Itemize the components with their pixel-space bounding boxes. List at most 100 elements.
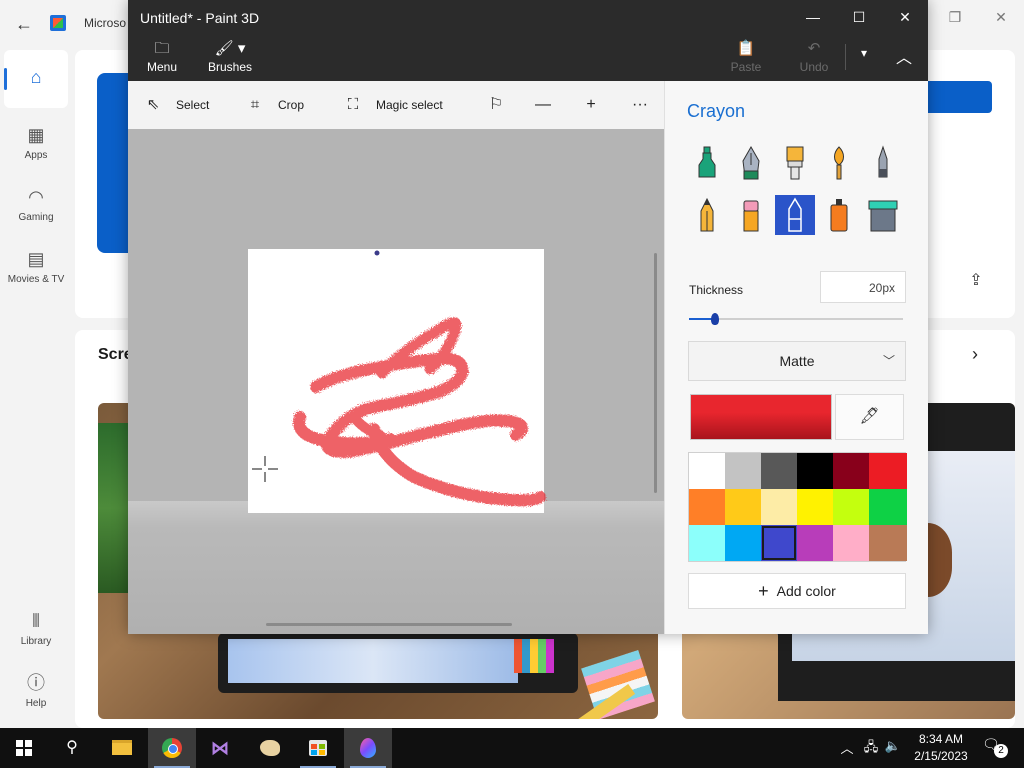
undo-label: Undo: [799, 60, 829, 74]
fill-bucket-icon[interactable]: [863, 195, 903, 235]
paint-titlebar: Untitled* - Paint 3D — ☐ ✕: [128, 0, 928, 34]
color-swatch[interactable]: [797, 489, 833, 525]
folder-icon: [112, 740, 132, 756]
taskbar-paint[interactable]: [246, 728, 294, 768]
oil-brush-icon[interactable]: [775, 143, 815, 183]
vertical-scrollbar[interactable]: [654, 253, 657, 493]
eyedropper-button[interactable]: 🖋: [835, 394, 904, 440]
select-button[interactable]: ⇖ Select: [144, 95, 210, 115]
maximize-button[interactable]: ☐: [836, 0, 882, 34]
store-restore-button[interactable]: ❐: [935, 6, 975, 28]
taskbar: ⚲ ⋈ ︿ 🖧 🔈 8:34 AM 2/15/2023 🗨 2: [0, 728, 1024, 768]
volume-icon[interactable]: 🔈: [884, 738, 902, 758]
hero-action-button[interactable]: [928, 81, 992, 113]
drawing-canvas[interactable]: [128, 129, 664, 634]
ribbon-divider: [845, 44, 846, 70]
thickness-input[interactable]: 20px: [820, 271, 906, 303]
add-color-button[interactable]: + Add color: [688, 573, 906, 609]
color-swatch[interactable]: [833, 453, 869, 489]
workspace[interactable]: [128, 129, 664, 634]
crop-button[interactable]: ⌗ Crop: [246, 95, 304, 115]
minimize-button[interactable]: —: [790, 0, 836, 34]
color-swatch[interactable]: [689, 489, 725, 525]
paste-label: Paste: [730, 60, 762, 74]
pencil-icon[interactable]: [687, 195, 727, 235]
thickness-slider-thumb[interactable]: [710, 313, 719, 325]
back-arrow-icon[interactable]: ←: [12, 12, 36, 36]
taskbar-file-explorer[interactable]: [98, 728, 146, 768]
collapse-ribbon-icon[interactable]: ︿: [890, 44, 918, 82]
eyedropper-icon: 🖋: [859, 408, 880, 425]
more-options-icon[interactable]: ···: [628, 93, 652, 117]
spray-can-icon[interactable]: [819, 195, 859, 235]
taskbar-visual-studio[interactable]: ⋈: [196, 728, 244, 768]
brushes-button[interactable]: 🖌 ▾ Brushes: [206, 38, 254, 76]
brush-settings-panel: Crayon Thickness 20px Matte ﹀ 🖋 + Add co…: [664, 81, 928, 634]
watercolor-icon[interactable]: [819, 143, 859, 183]
thickness-slider[interactable]: [689, 313, 903, 325]
magic-select-button[interactable]: ⛶ Magic select: [344, 95, 443, 115]
chevron-up-icon[interactable]: ︿: [838, 738, 856, 758]
color-swatch[interactable]: [725, 489, 761, 525]
clock-time[interactable]: 8:34 AM: [906, 732, 976, 746]
canvas-page: [248, 249, 544, 513]
chevron-down-icon[interactable]: ▾: [852, 46, 876, 84]
flag-icon[interactable]: ⚐: [484, 93, 508, 117]
pixel-pen-icon[interactable]: [863, 143, 903, 183]
marker-icon[interactable]: [687, 143, 727, 183]
taskbar-paint-3d[interactable]: [344, 728, 392, 768]
color-swatch[interactable]: [761, 453, 797, 489]
nav-library[interactable]: ⫴ Library: [4, 602, 68, 660]
nav-gaming[interactable]: ◠ Gaming: [4, 178, 68, 236]
start-button[interactable]: [0, 728, 48, 768]
nav-help[interactable]: ⓘ Help: [4, 664, 68, 722]
color-swatch[interactable]: [797, 525, 833, 561]
crop-label: Crop: [278, 98, 305, 112]
chrome-icon: [162, 737, 182, 758]
finish-dropdown[interactable]: Matte ﹀: [688, 341, 906, 381]
eraser-icon[interactable]: [731, 195, 771, 235]
select-label: Select: [176, 98, 210, 112]
crayon-icon[interactable]: [775, 195, 815, 235]
store-icon: [309, 739, 327, 756]
color-swatch[interactable]: [689, 453, 725, 489]
color-swatch[interactable]: [761, 525, 797, 561]
color-swatch[interactable]: [869, 489, 907, 525]
nav-apps[interactable]: ▦ Apps: [4, 116, 68, 174]
horizontal-scrollbar[interactable]: [266, 623, 512, 626]
close-button[interactable]: ✕: [882, 0, 928, 34]
zoom-in-icon[interactable]: +: [579, 93, 603, 117]
taskbar-chrome[interactable]: [148, 728, 196, 768]
paste-button[interactable]: 📋 Paste: [728, 38, 764, 76]
color-swatch[interactable]: [833, 489, 869, 525]
taskbar-microsoft-store[interactable]: [294, 728, 342, 768]
menu-button[interactable]: 🗀 Menu: [142, 38, 182, 76]
color-swatch[interactable]: [869, 453, 907, 489]
color-swatch[interactable]: [869, 525, 907, 561]
calligraphy-pen-icon[interactable]: [731, 143, 771, 183]
share-icon[interactable]: ⇪: [965, 270, 987, 292]
magic-select-label: Magic select: [376, 98, 443, 112]
chevron-right-icon[interactable]: ›: [972, 344, 978, 365]
zoom-out-icon[interactable]: —: [531, 93, 555, 117]
library-icon: ⫴: [32, 611, 40, 631]
thickness-label: Thickness: [689, 283, 744, 297]
color-swatch[interactable]: [725, 453, 761, 489]
color-swatch[interactable]: [761, 489, 797, 525]
color-swatch[interactable]: [797, 453, 833, 489]
notification-button[interactable]: 🗨 2: [982, 736, 1008, 760]
store-close-button[interactable]: ✕: [981, 6, 1021, 28]
nav-home[interactable]: ⌂: [4, 50, 68, 108]
network-icon[interactable]: 🖧: [862, 738, 880, 758]
paint-3d-window: Untitled* - Paint 3D — ☐ ✕ 🗀 Menu 🖌 ▾ Br…: [128, 0, 928, 634]
nav-movies-tv[interactable]: ▤ Movies & TV: [4, 240, 68, 298]
undo-button[interactable]: ↶ Undo: [794, 38, 834, 76]
home-icon: ⌂: [30, 67, 42, 87]
search-button[interactable]: ⚲: [48, 728, 96, 768]
finish-value: Matte: [779, 353, 815, 369]
color-swatch[interactable]: [833, 525, 869, 561]
color-swatch[interactable]: [725, 525, 761, 561]
color-swatch[interactable]: [689, 525, 725, 561]
clock-date[interactable]: 2/15/2023: [906, 749, 976, 763]
current-color-swatch[interactable]: [690, 394, 832, 440]
